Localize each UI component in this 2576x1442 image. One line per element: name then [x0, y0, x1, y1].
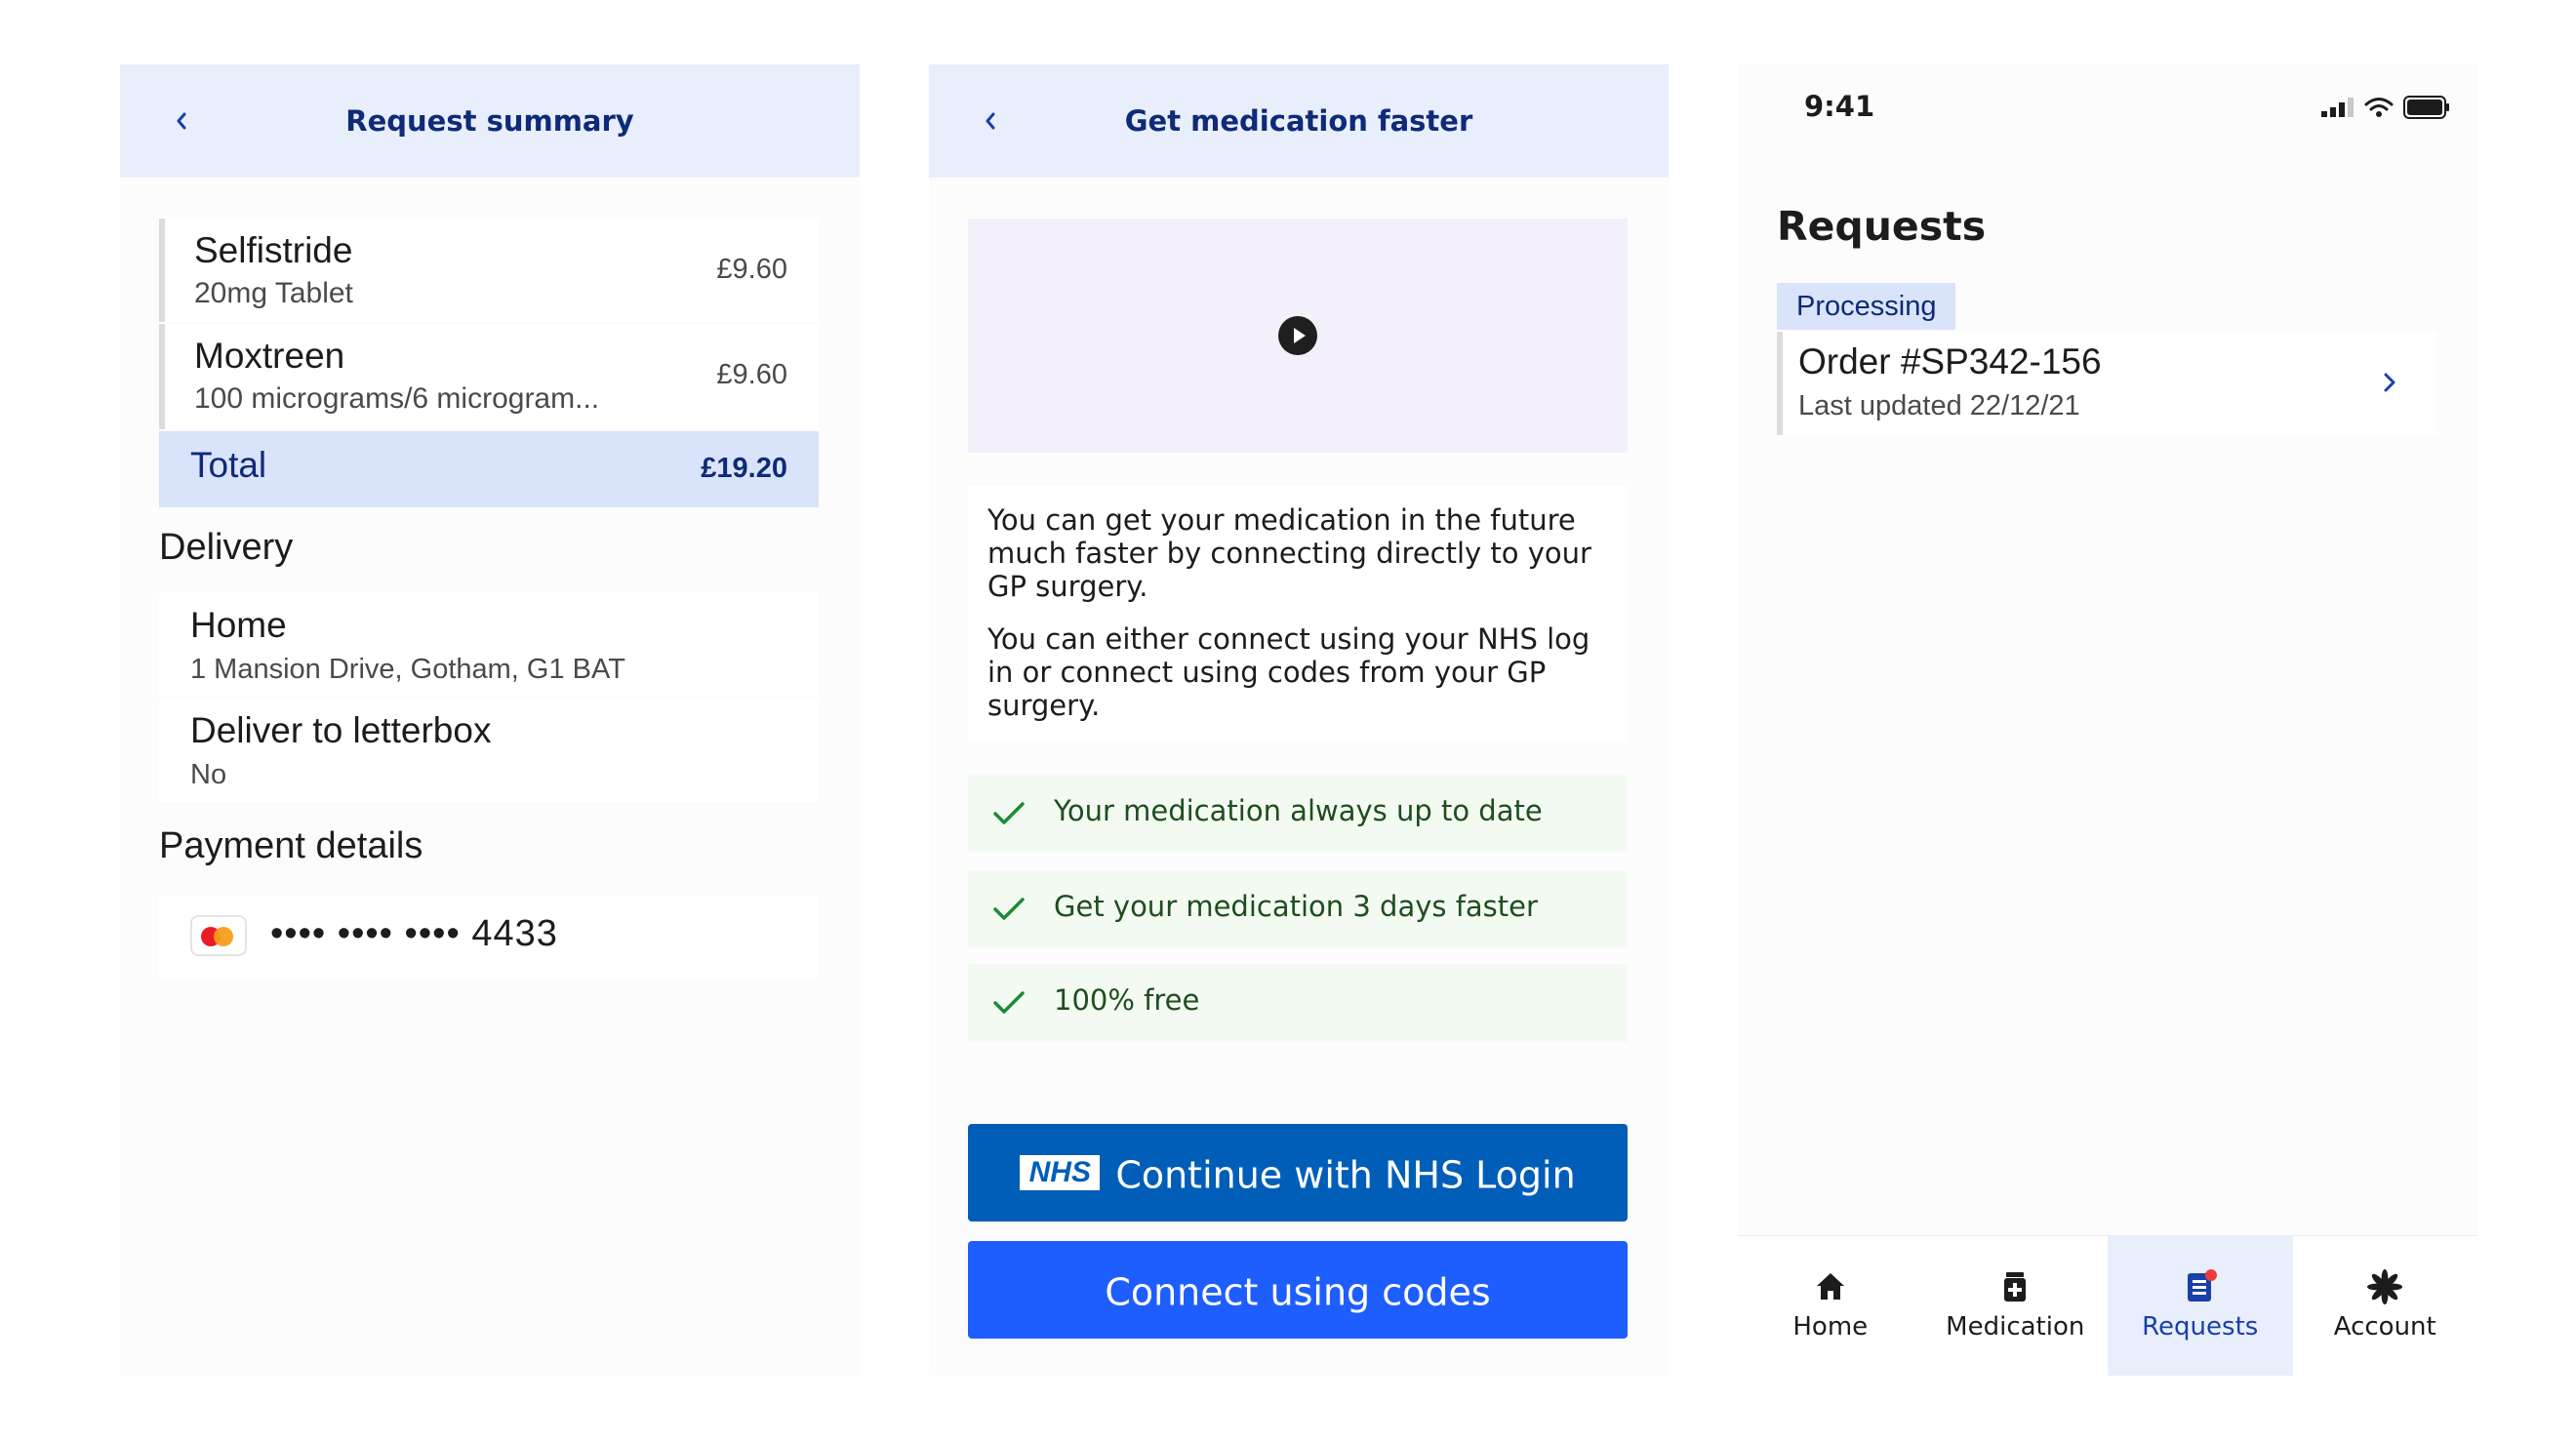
medication-price: £9.60	[716, 254, 787, 285]
page-title: Get medication faster	[1124, 104, 1473, 138]
status-icons	[2321, 96, 2450, 119]
medication-detail: 100 micrograms/6 microgram...	[194, 382, 600, 415]
tab-label: Requests	[2142, 1312, 2259, 1342]
requests-icon	[2187, 1269, 2217, 1302]
total-label: Total	[190, 445, 267, 485]
bottom-tab-bar: Home Medication Requests Account	[1738, 1235, 2477, 1376]
page-title: Request summary	[345, 104, 634, 138]
medication-name: Moxtreen	[194, 336, 345, 376]
total-row: Total £19.20	[159, 431, 819, 507]
medication-detail: 20mg Tablet	[194, 277, 353, 309]
tab-home[interactable]: Home	[1738, 1236, 1923, 1376]
tab-label: Account	[2333, 1312, 2436, 1342]
medication-price: £9.60	[716, 359, 787, 390]
account-icon	[2367, 1269, 2403, 1304]
medication-name: Selfistride	[194, 230, 353, 270]
battery-icon	[2403, 96, 2449, 119]
tab-label: Medication	[1946, 1312, 2085, 1342]
tab-account[interactable]: Account	[2293, 1236, 2478, 1376]
benefit-item: Get your medication 3 days faster	[968, 870, 1628, 948]
get-medication-faster-screen: Get medication faster You can get your m…	[929, 64, 1669, 1376]
delivery-heading: Delivery	[159, 527, 294, 568]
card-number: •••• •••• •••• 4433	[270, 913, 558, 954]
payment-heading: Payment details	[159, 825, 423, 866]
order-title: Order #SP342-156	[1798, 341, 2102, 381]
header: Request summary	[120, 64, 860, 178]
page-title: Requests	[1777, 203, 1987, 250]
tab-medication[interactable]: Medication	[1923, 1236, 2109, 1376]
letterbox-row: Deliver to letterbox No	[159, 699, 819, 802]
check-icon	[993, 991, 1025, 1014]
nhs-logo: NHS	[1020, 1154, 1101, 1190]
medication-item: Selfistride 20mg Tablet £9.60	[159, 219, 819, 322]
benefit-text: Your medication always up to date	[1054, 794, 1543, 827]
connect-codes-button[interactable]: Connect using codes	[968, 1241, 1628, 1339]
nhs-login-label: Continue with NHS Login	[1115, 1153, 1576, 1197]
connect-codes-label: Connect using codes	[1105, 1270, 1491, 1314]
benefit-text: Get your medication 3 days faster	[1054, 890, 1538, 923]
check-icon	[993, 802, 1025, 824]
status-time: 9:41	[1804, 90, 1875, 123]
tab-requests[interactable]: Requests	[2108, 1236, 2293, 1376]
medication-icon	[2004, 1272, 2027, 1302]
requests-screen: 9:41 Requests Processing Order #SP342-15…	[1738, 64, 2477, 1376]
check-icon	[993, 898, 1025, 920]
mastercard-icon	[190, 915, 247, 956]
cellular-signal-icon	[2321, 98, 2354, 117]
delivery-detail: No	[190, 759, 227, 790]
total-amount: £19.20	[701, 453, 787, 484]
delivery-detail: 1 Mansion Drive, Gotham, G1 BAT	[190, 654, 625, 685]
wifi-icon	[2364, 98, 2394, 117]
chevron-right-icon	[2384, 373, 2395, 392]
video-player[interactable]	[968, 219, 1628, 453]
info-paragraph: You can get your medication in the futur…	[987, 503, 1591, 603]
benefit-item: Your medication always up to date	[968, 775, 1628, 853]
delivery-name: Deliver to letterbox	[190, 710, 492, 750]
payment-card: •••• •••• •••• 4433	[159, 896, 819, 978]
nhs-login-button[interactable]: NHS Continue with NHS Login	[968, 1124, 1628, 1222]
delivery-name: Home	[190, 605, 287, 645]
info-card: You can get your medication in the futur…	[968, 486, 1628, 741]
medication-item: Moxtreen 100 micrograms/6 microgram... £…	[159, 324, 819, 429]
delivery-address-row: Home 1 Mansion Drive, Gotham, G1 BAT	[159, 593, 819, 697]
home-icon	[1816, 1273, 1844, 1300]
order-updated: Last updated 22/12/21	[1798, 390, 2080, 421]
status-badge: Processing	[1777, 283, 1956, 330]
header: Get medication faster	[929, 64, 1669, 178]
info-paragraph: You can either connect using your NHS lo…	[987, 622, 1590, 722]
request-summary-screen: Request summary Selfistride 20mg Tablet …	[120, 64, 860, 1376]
play-icon[interactable]	[1278, 316, 1317, 355]
order-row[interactable]: Order #SP342-156 Last updated 22/12/21	[1777, 332, 2436, 435]
tab-label: Home	[1792, 1312, 1869, 1342]
benefit-item: 100% free	[968, 964, 1628, 1042]
benefit-text: 100% free	[1054, 983, 1200, 1017]
